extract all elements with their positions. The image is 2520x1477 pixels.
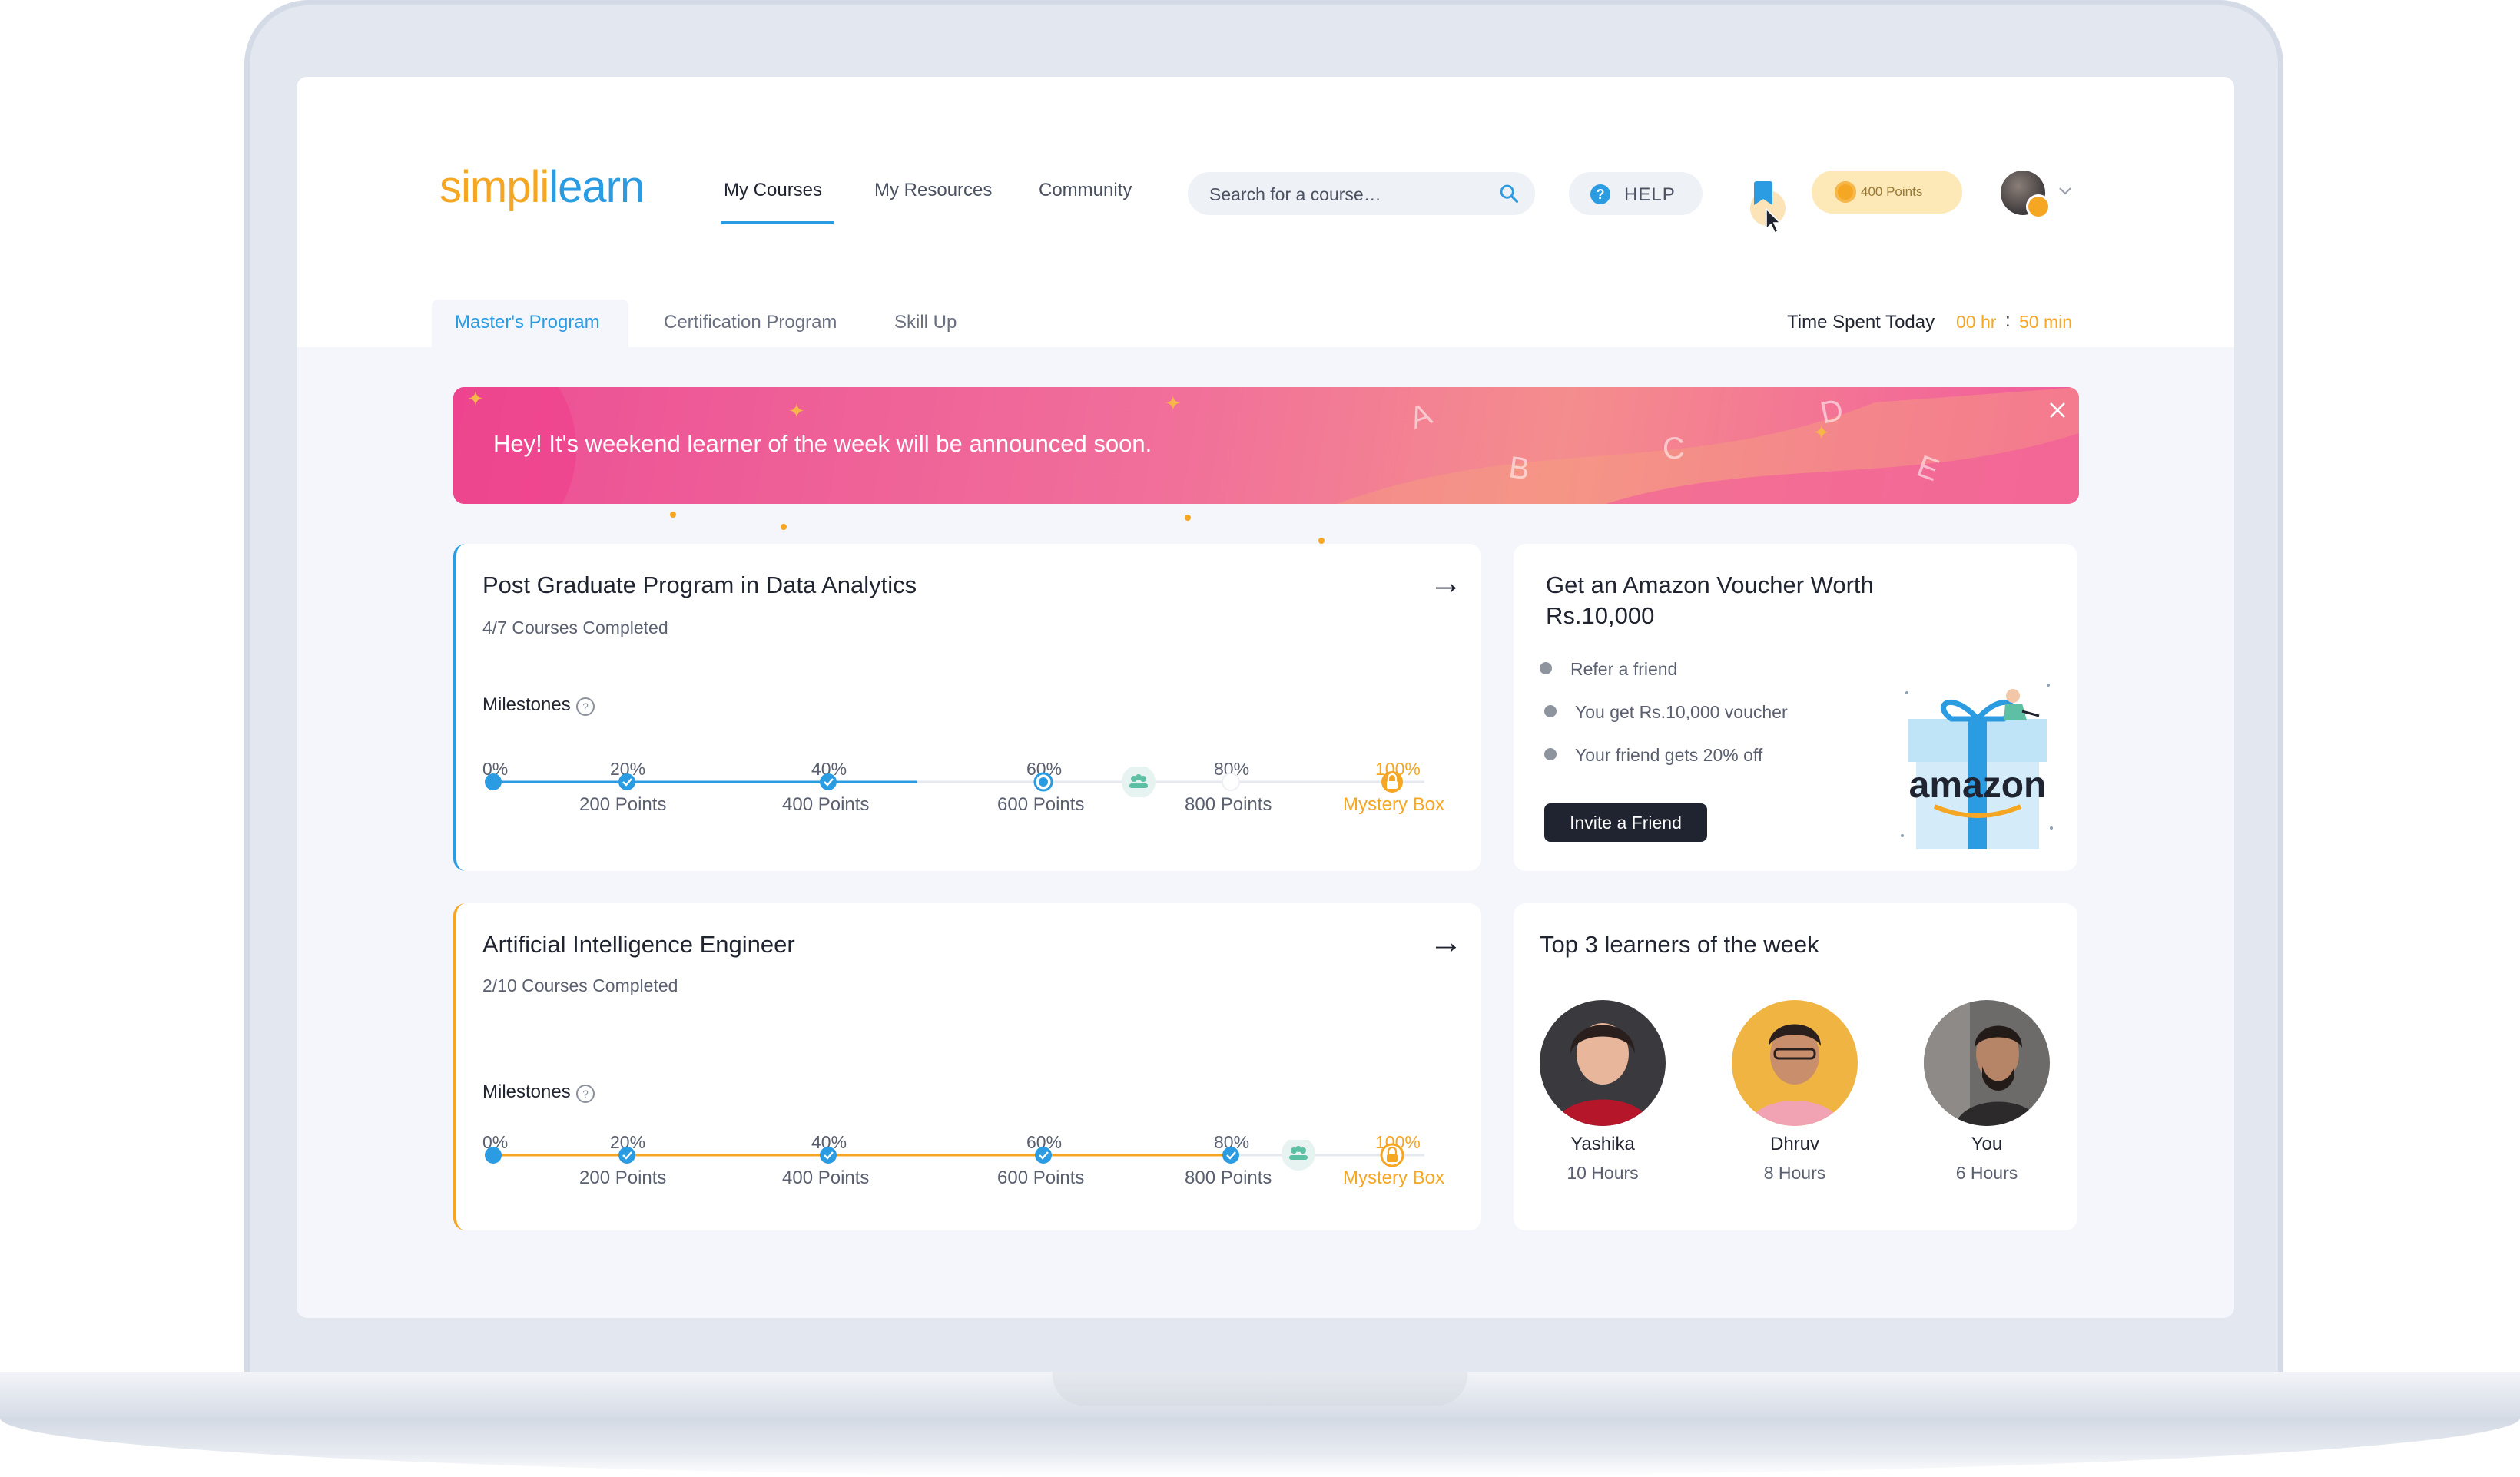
milestone-track (485, 1140, 1424, 1171)
nav-my-resources[interactable]: My Resources (874, 180, 992, 201)
course-progress-text: 4/7 Courses Completed (482, 618, 668, 637)
course-progress-text: 2/10 Courses Completed (482, 975, 678, 995)
voucher-title-line-2: Rs.10,000 (1546, 602, 1655, 629)
confetti-dot (781, 524, 787, 530)
learner-photo-dhruv (1732, 1000, 1858, 1126)
help-icon: ? (1590, 184, 1610, 204)
course-search[interactable] (1188, 172, 1535, 217)
banner-letter-c: C (1663, 432, 1685, 465)
bullet-icon (1544, 748, 1557, 760)
amazon-voucher-card: Get an Amazon Voucher Worth Rs.10,000 Re… (1514, 544, 2077, 871)
voucher-step: Your friend gets 20% off (1575, 745, 1763, 765)
nav-active-underline (721, 221, 834, 224)
course-card-data-analytics[interactable]: Post Graduate Program in Data Analytics … (453, 544, 1481, 871)
arrow-right-icon[interactable]: → (1429, 564, 1463, 602)
points-badge[interactable]: 400 Points (1812, 171, 1962, 214)
voucher-step: You get Rs.10,000 voucher (1575, 702, 1788, 722)
course-card-ai-engineer[interactable]: Artificial Intelligence Engineer → 2/10 … (453, 903, 1481, 1230)
learner-hours: 8 Hours (1763, 1163, 1826, 1183)
learner-name: You (1971, 1134, 2003, 1154)
arrow-right-icon[interactable]: → (1429, 923, 1463, 962)
sparkle-icon: ✦ (467, 387, 484, 410)
help-label: HELP (1624, 184, 1676, 205)
points-label: 400 Points (1861, 184, 1923, 199)
bullet-icon (1540, 662, 1552, 674)
time-spent-minutes: 50 min (2019, 312, 2073, 332)
time-separator: : (2005, 310, 2011, 331)
announcement-banner: Hey! It's weekend learner of the week wi… (453, 387, 2079, 504)
milestones-label: Milestones (482, 694, 571, 715)
tab-masters-program[interactable]: Master's Program (455, 312, 600, 333)
top-learners-card: Top 3 learners of the week Yashika 10 Ho… (1514, 903, 2077, 1230)
milestone-points: 200 Points (579, 1167, 667, 1188)
help-button[interactable]: ? HELP (1569, 172, 1703, 215)
mouse-cursor-icon (1766, 207, 1782, 234)
milestone-points: 400 Points (782, 1167, 870, 1188)
time-spent-hours: 00 hr (1956, 312, 1997, 332)
learner-hours: 10 Hours (1567, 1163, 1639, 1183)
logo-part-2: learn (549, 162, 645, 212)
sparkle-icon: ✦ (788, 399, 805, 422)
voucher-title-line-1: Get an Amazon Voucher Worth (1546, 571, 1874, 598)
tab-certification-program[interactable]: Certification Program (664, 312, 837, 333)
gift-brand-text: amazon (1909, 765, 2047, 806)
course-title[interactable]: Post Graduate Program in Data Analytics (482, 571, 917, 599)
learner-hours: 6 Hours (1955, 1163, 2018, 1183)
mystery-box-label[interactable]: Mystery Box (1343, 1167, 1444, 1189)
milestone-points: 400 Points (782, 794, 870, 815)
learner-photo-yashika (1540, 1000, 1666, 1126)
learner-avatar[interactable] (1540, 1000, 1666, 1126)
time-spent-label: Time Spent Today (1787, 312, 1935, 333)
app-screen: simplilearn My Courses My Resources Comm… (297, 77, 2234, 1318)
search-input[interactable] (1208, 172, 1487, 217)
learner-avatar[interactable] (1924, 1000, 2050, 1126)
avatar-badge-icon (2028, 197, 2048, 217)
nav-my-courses[interactable]: My Courses (724, 180, 822, 201)
confetti-dot (670, 512, 676, 518)
logo-part-1: simpli (439, 162, 549, 212)
milestone-points: 600 Points (997, 794, 1085, 815)
milestones-label: Milestones (482, 1081, 571, 1102)
info-icon[interactable]: ? (576, 1085, 595, 1103)
nav-community[interactable]: Community (1039, 180, 1132, 201)
milestone-track (485, 767, 1424, 797)
laptop-notch (1053, 1372, 1467, 1406)
sparkle-icon: ✦ (1165, 392, 1182, 415)
milestone-points: 800 Points (1185, 1167, 1272, 1188)
info-icon[interactable]: ? (576, 697, 595, 716)
mystery-box-label[interactable]: Mystery Box (1343, 794, 1444, 816)
amazon-gift-box-icon: amazon (1901, 684, 2053, 849)
coin-icon (1835, 181, 1856, 203)
learner-name: Yashika (1570, 1134, 1635, 1154)
simplilearn-logo[interactable]: simplilearn (439, 161, 645, 213)
confetti-dot (1185, 515, 1191, 521)
banner-message: Hey! It's weekend learner of the week wi… (493, 430, 1152, 457)
search-icon[interactable] (1498, 183, 1520, 204)
bullet-icon (1544, 705, 1557, 717)
chevron-down-icon[interactable] (2056, 181, 2074, 200)
tab-skill-up[interactable]: Skill Up (894, 312, 957, 333)
milestone-points: 800 Points (1185, 794, 1272, 815)
course-title[interactable]: Artificial Intelligence Engineer (482, 931, 795, 959)
milestone-points: 600 Points (997, 1167, 1085, 1188)
milestone-points: 200 Points (579, 794, 667, 815)
sparkle-icon: ✦ (1813, 421, 1830, 444)
confetti-dot (1318, 538, 1325, 544)
laptop-base-bottom (0, 1418, 2520, 1477)
voucher-step: Refer a friend (1570, 659, 1678, 679)
learner-avatar[interactable] (1732, 1000, 1858, 1126)
top-navbar: simplilearn My Courses My Resources Comm… (297, 77, 2234, 247)
learner-name: Dhruv (1769, 1134, 1820, 1154)
invite-friend-button[interactable]: Invite a Friend (1544, 803, 1707, 842)
leaderboard-title: Top 3 learners of the week (1540, 931, 1819, 958)
close-icon[interactable] (2047, 399, 2068, 421)
learner-photo-you (1924, 1000, 2050, 1126)
